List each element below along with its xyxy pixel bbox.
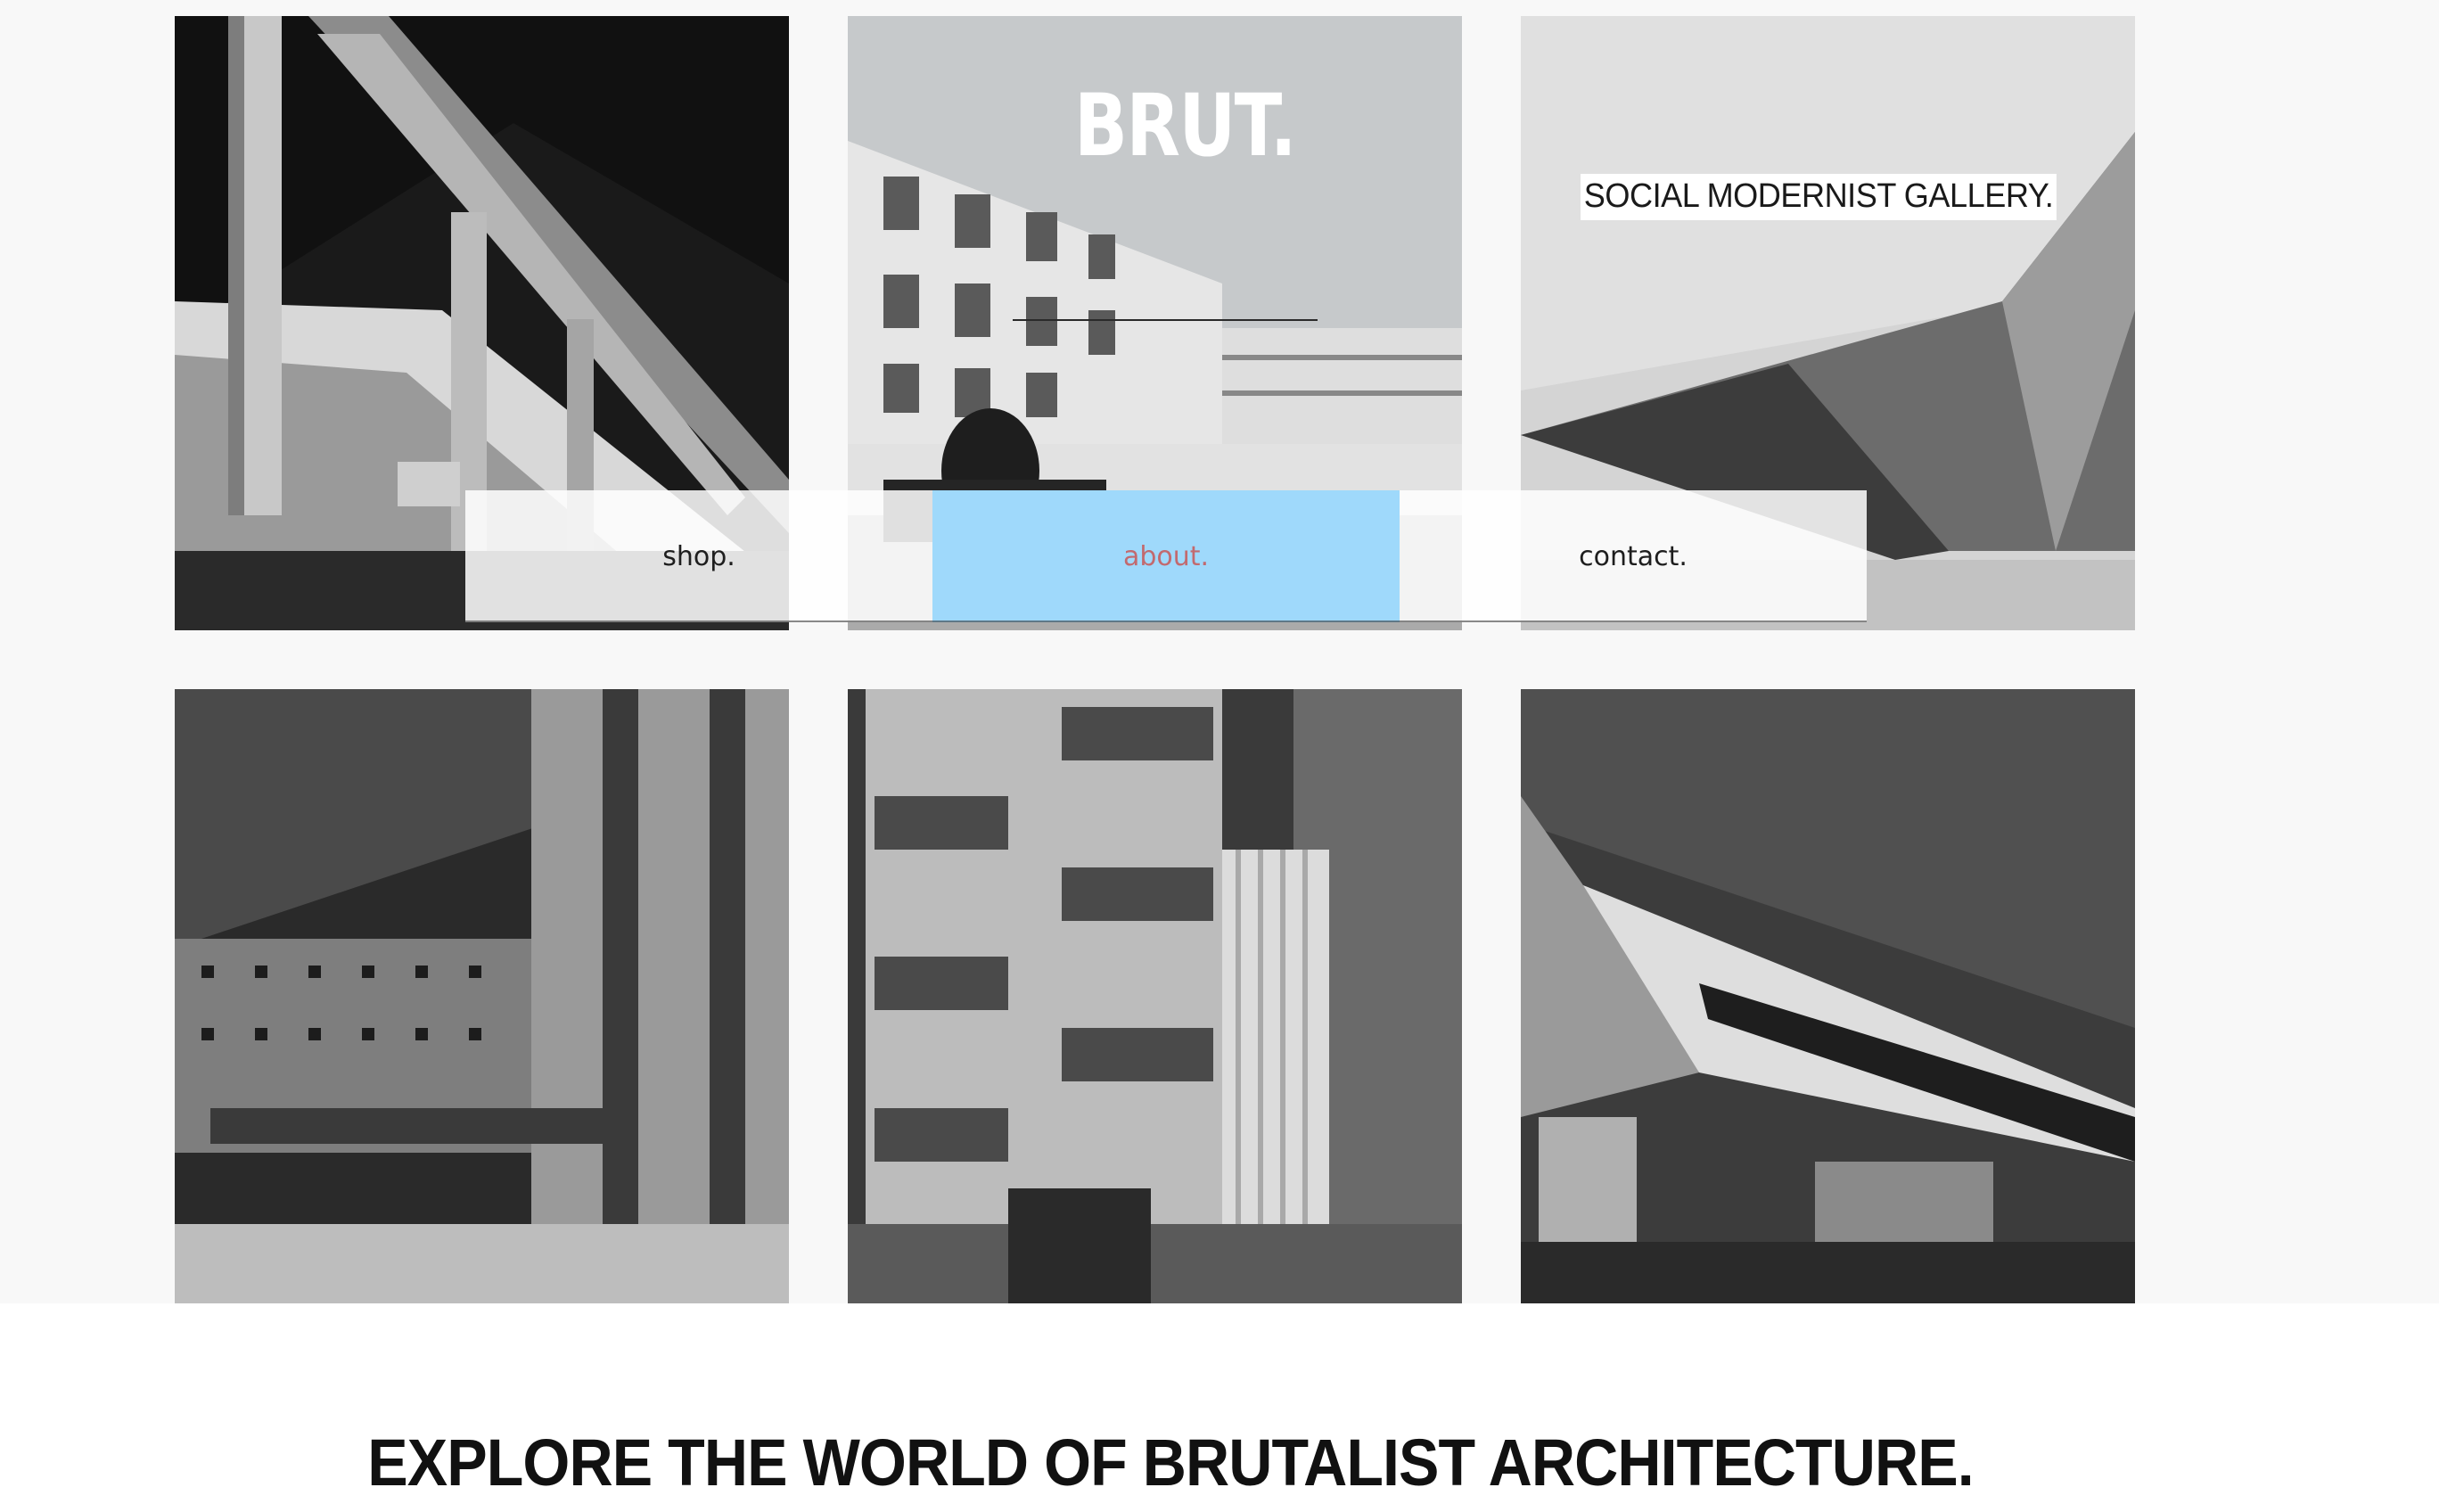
page-headline: EXPLORE THE WORLD OF BRUTALIST ARCHITECT… bbox=[367, 1426, 1974, 1500]
logo-divider bbox=[1013, 319, 1318, 321]
nav-item-about[interactable]: about. bbox=[932, 490, 1400, 622]
gallery-tile-4[interactable] bbox=[175, 689, 789, 1303]
site-logo[interactable]: BRUT. bbox=[1074, 83, 1297, 168]
gallery-image-4 bbox=[175, 689, 789, 1303]
nav-item-shop[interactable]: shop. bbox=[465, 490, 932, 622]
main-nav: shop. about. contact. bbox=[465, 490, 1867, 622]
nav-item-contact[interactable]: contact. bbox=[1400, 490, 1867, 622]
gallery-tile-6[interactable] bbox=[1521, 689, 2135, 1303]
page: BRUT. SOCIAL MODERNIST GALLERY. shop. ab… bbox=[0, 0, 2439, 1512]
nav-divider bbox=[465, 620, 1867, 622]
gallery-tile-5[interactable] bbox=[848, 689, 1462, 1303]
gallery-image-5 bbox=[848, 689, 1462, 1303]
gallery-image-6 bbox=[1521, 689, 2135, 1303]
site-tagline: SOCIAL MODERNIST GALLERY. bbox=[1581, 174, 2057, 220]
